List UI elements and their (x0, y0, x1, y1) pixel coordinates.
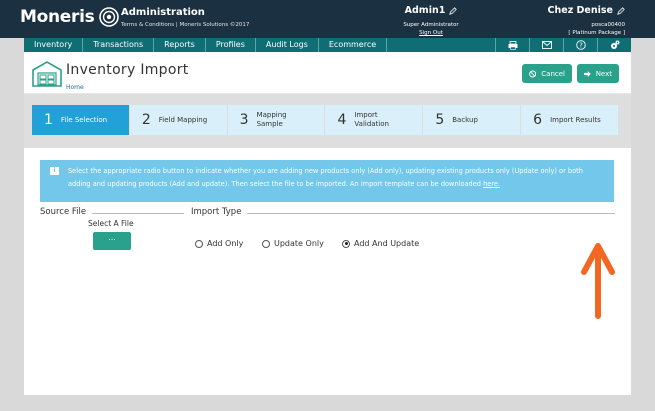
page: Moneris Administration Terms & Condition… (0, 0, 655, 411)
radio-update-only[interactable]: Update Only (262, 239, 324, 248)
step-number: 1 (44, 112, 53, 128)
svg-text:?: ? (579, 42, 583, 50)
step-number: 6 (533, 112, 543, 128)
settings-icon[interactable] (597, 38, 631, 52)
admin-block: Administration Terms & Conditions | Mone… (121, 7, 249, 28)
step-label: Field Mapping (158, 115, 208, 124)
printer-icon[interactable] (495, 38, 529, 52)
info-icon: i (50, 167, 59, 175)
select-file-label: Select A File (88, 219, 134, 228)
user-block: Admin1 Super Administrator Sign Out (390, 5, 472, 36)
radio-button-selected[interactable] (342, 239, 350, 248)
cancel-button[interactable]: Cancel (522, 64, 572, 83)
admin-title: Administration (121, 7, 205, 18)
wizard-steps-band: 1 File Selection 2 Field Mapping 3 Mappi… (24, 94, 631, 148)
nav-icons: ? (495, 38, 631, 52)
radio-label: Add Only (207, 239, 244, 248)
cancel-icon (529, 70, 537, 77)
user-name-label: Admin1 (404, 5, 446, 16)
step-file-selection[interactable]: 1 File Selection (32, 105, 129, 135)
step-label: Backup (452, 115, 478, 124)
help-icon[interactable]: ? (563, 38, 597, 52)
template-download-link[interactable]: here. (483, 180, 500, 188)
step-number: 5 (435, 112, 445, 128)
nav-audit-logs[interactable]: Audit Logs (256, 38, 319, 52)
wizard-steps: 1 File Selection 2 Field Mapping 3 Mappi… (32, 105, 618, 135)
nav-reports[interactable]: Reports (154, 38, 206, 52)
store-name-label: Chez Denise (547, 5, 613, 16)
info-banner: i Select the appropriate radio button to… (40, 160, 614, 202)
logo-text: Moneris (20, 7, 95, 27)
user-role: Super Administrator (403, 22, 459, 28)
step-label: File Selection (60, 115, 108, 124)
divider (247, 213, 615, 214)
divider (92, 213, 184, 214)
select-file-button[interactable]: ... (93, 232, 131, 250)
radio-label: Update Only (274, 239, 324, 248)
step-label: Import Results (550, 115, 601, 124)
store-block: Chez Denise posca00400 [ Platinum Packag… (548, 5, 625, 36)
orange-arrow-annotation (581, 243, 615, 319)
store-name[interactable]: Chez Denise (548, 5, 625, 16)
radio-button[interactable] (195, 239, 203, 248)
source-file-label: Source File (40, 207, 91, 217)
step-label: Mapping Sample (256, 111, 287, 128)
step-import-results[interactable]: 6 Import Results (521, 105, 618, 135)
next-button[interactable]: Next (577, 64, 619, 83)
sign-out-link[interactable]: Sign Out (390, 30, 472, 36)
edit-pencil-icon[interactable] (449, 6, 458, 15)
step-field-mapping[interactable]: 2 Field Mapping (129, 105, 227, 135)
logo-swirl-icon (99, 7, 120, 27)
cancel-label: Cancel (541, 69, 565, 78)
page-title: Inventory Import (66, 62, 189, 78)
nav-inventory[interactable]: Inventory (24, 38, 84, 52)
radio-add-and-update[interactable]: Add And Update (342, 239, 419, 248)
step-number: 4 (337, 112, 347, 128)
warehouse-icon (32, 61, 62, 87)
info-text: Select the appropriate radio button to i… (68, 167, 583, 188)
edit-pencil-icon[interactable] (617, 6, 625, 15)
radio-label: Add And Update (354, 239, 420, 248)
step-import-validation[interactable]: 4 Import Validation (325, 105, 423, 135)
title-band: Inventory Import Home Cancel Next (24, 52, 631, 94)
step-number: 3 (239, 112, 249, 128)
radio-add-only[interactable]: Add Only (195, 239, 243, 248)
arrow-right-icon (584, 70, 591, 77)
import-type-label: Import Type (191, 207, 246, 217)
moneris-logo[interactable]: Moneris (20, 6, 120, 28)
nav-profiles[interactable]: Profiles (206, 38, 256, 52)
breadcrumb-home[interactable]: Home (66, 84, 84, 91)
nav-transactions[interactable]: Transactions (83, 38, 155, 52)
step-backup[interactable]: 5 Backup (423, 105, 521, 135)
store-id: posca00400 (591, 22, 625, 28)
next-label: Next (595, 69, 612, 78)
step-label: Import Validation (354, 111, 389, 128)
main-nav: Inventory Transactions Reports Profiles … (24, 38, 631, 52)
main-content: Inventory Import Home Cancel Next 1 File… (24, 52, 631, 395)
top-header: Moneris Administration Terms & Condition… (0, 0, 655, 38)
mail-icon[interactable] (529, 38, 563, 52)
radio-button[interactable] (262, 239, 270, 248)
user-name[interactable]: Admin1 (390, 5, 472, 16)
store-package: [ Platinum Package ] (568, 30, 625, 36)
terms-link[interactable]: Terms & Conditions | Moneris Solutions ©… (121, 22, 249, 28)
nav-ecommerce[interactable]: Ecommerce (319, 38, 388, 52)
step-number: 2 (141, 112, 151, 128)
step-mapping-sample[interactable]: 3 Mapping Sample (227, 105, 325, 135)
